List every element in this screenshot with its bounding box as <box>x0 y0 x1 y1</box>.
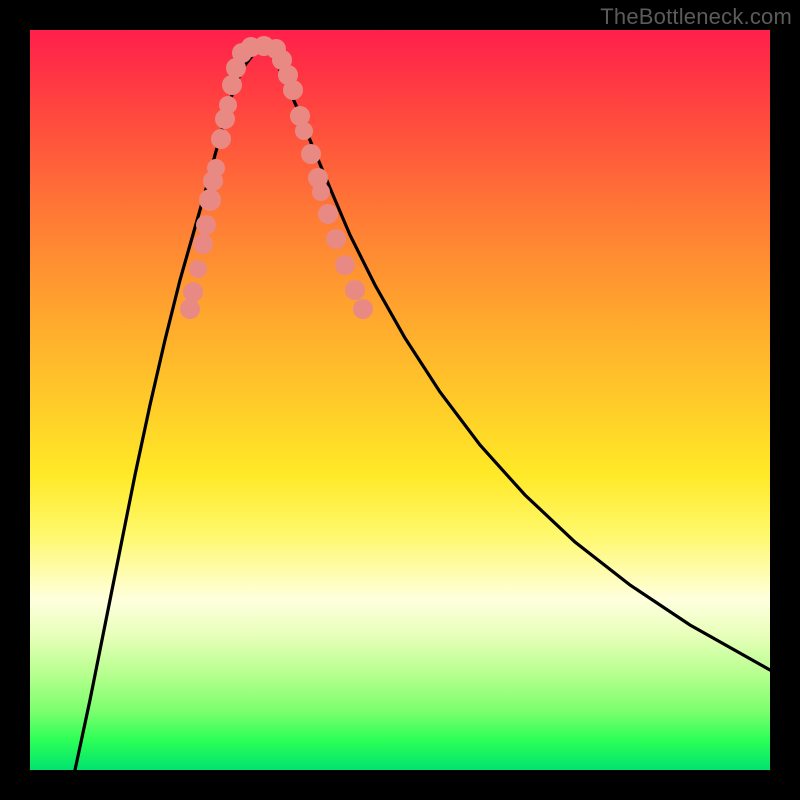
data-marker <box>207 159 225 177</box>
chart-frame: TheBottleneck.com <box>0 0 800 800</box>
data-marker <box>219 96 237 114</box>
right-curve <box>265 46 770 670</box>
data-marker <box>318 204 338 224</box>
watermark-text: TheBottleneck.com <box>600 4 792 30</box>
data-marker <box>326 229 346 249</box>
data-marker <box>222 75 242 95</box>
data-marker <box>180 299 200 319</box>
data-marker <box>283 80 303 100</box>
data-marker <box>196 215 216 235</box>
data-marker <box>301 144 321 164</box>
marker-group <box>180 36 373 319</box>
left-curve <box>75 46 260 770</box>
data-marker <box>193 234 213 254</box>
data-marker <box>353 299 373 319</box>
data-marker <box>211 129 231 149</box>
data-marker <box>312 183 330 201</box>
chart-svg <box>30 30 770 770</box>
data-marker <box>345 280 365 300</box>
data-marker <box>295 122 313 140</box>
plot-area <box>30 30 770 770</box>
data-marker <box>335 255 355 275</box>
data-marker <box>199 189 221 211</box>
data-marker <box>183 282 203 302</box>
data-marker <box>189 260 207 278</box>
